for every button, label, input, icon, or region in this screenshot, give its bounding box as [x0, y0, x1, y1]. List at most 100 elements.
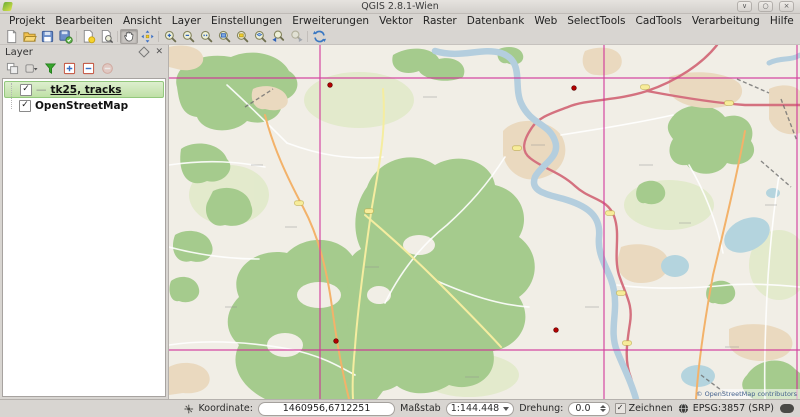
menu-ansicht[interactable]: Ansicht [118, 15, 167, 27]
pan-map-button[interactable] [120, 29, 138, 44]
zoom-to-selection-icon [235, 29, 250, 44]
new-project-icon [4, 29, 19, 44]
status-bar: Koordinate: Maßstab 1:144.448 Drehung: 0… [0, 399, 800, 417]
coordinate-label: Koordinate: [199, 403, 253, 414]
zoom-to-layer-icon [253, 29, 268, 44]
zoom-in-icon [163, 29, 178, 44]
layer-item-openstreetmap[interactable]: ✓ OpenStreetMap [4, 98, 164, 113]
title-bar: QGIS 2.8.1-Wien ∨ ○ × [0, 0, 800, 14]
minimize-icon[interactable]: ∨ [737, 1, 752, 12]
render-checkbox[interactable]: ✓ Zeichnen [615, 403, 673, 414]
layer-tree[interactable]: ✓ — tk25, tracks ✓ OpenStreetMap [2, 78, 166, 397]
collapse-all-button[interactable] [81, 61, 96, 76]
remove-layer-button[interactable] [100, 61, 115, 76]
remove-layer-icon [101, 62, 114, 75]
crs-status[interactable]: EPSG:3857 (SRP) [693, 403, 774, 414]
zoom-actual-size-button[interactable] [197, 29, 215, 44]
menu-raster[interactable]: Raster [418, 15, 462, 27]
menu-bearbeiten[interactable]: Bearbeiten [50, 15, 118, 27]
refresh-map-button[interactable] [310, 29, 328, 44]
rotation-label: Drehung: [519, 403, 563, 414]
save-project-button[interactable] [38, 29, 56, 44]
rotation-value: 0.0 [575, 403, 599, 414]
save-project-icon [40, 29, 55, 44]
dock-float-icon[interactable] [139, 46, 150, 57]
menu-selecttools[interactable]: SelectTools [562, 15, 630, 27]
zoom-next-icon [289, 29, 304, 44]
menu-vektor[interactable]: Vektor [374, 15, 418, 27]
maximize-icon[interactable]: ○ [758, 1, 773, 12]
open-project-button[interactable] [20, 29, 38, 44]
zoom-to-selection-button[interactable] [233, 29, 251, 44]
window-title: QGIS 2.8.1-Wien [361, 1, 439, 12]
visibility-presets-button[interactable] [24, 61, 39, 76]
layer-checkbox[interactable]: ✓ [20, 84, 32, 96]
open-project-icon [22, 29, 37, 44]
pan-to-selection-icon [140, 29, 155, 44]
spin-down-icon[interactable] [600, 409, 606, 412]
zoom-to-layer-button[interactable] [251, 29, 269, 44]
close-icon[interactable]: × [779, 1, 794, 12]
globe-icon [678, 403, 689, 414]
menu-einstellungen[interactable]: Einstellungen [206, 15, 287, 27]
menu-web[interactable]: Web [529, 15, 562, 27]
zoom-out-button[interactable] [179, 29, 197, 44]
layer-panel-title: Layer [5, 47, 33, 58]
line-symbol: — [36, 84, 47, 96]
spin-up-icon[interactable] [600, 405, 606, 408]
menu-cadtools[interactable]: CadTools [631, 15, 687, 27]
rotation-spinbox[interactable]: 0.0 [568, 402, 609, 416]
zoom-full-extent-icon [217, 29, 232, 44]
menu-layer[interactable]: Layer [167, 15, 206, 27]
collapse-all-icon [82, 62, 95, 75]
layer-name: tk25, tracks [51, 84, 122, 96]
zoom-in-button[interactable] [161, 29, 179, 44]
tree-guide-line [11, 83, 12, 109]
qgis-app-icon [2, 2, 13, 11]
new-composer-icon [81, 29, 96, 44]
pan-icon [122, 29, 137, 44]
message-log-icon[interactable] [780, 404, 794, 413]
coordinate-input[interactable] [258, 402, 395, 416]
menu-bar: Projekt Bearbeiten Ansicht Layer Einstel… [0, 14, 800, 28]
filter-legend-button[interactable] [43, 61, 58, 76]
composer-manager-button[interactable] [97, 29, 115, 44]
scale-label: Maßstab [400, 403, 441, 414]
layer-item-tk25-tracks[interactable]: ✓ — tk25, tracks [4, 81, 164, 98]
layer-panel: Layer ✕ ✓ — tk25, tracks ✓ OpenStreetMap [0, 45, 169, 399]
pan-to-selection-button[interactable] [138, 29, 156, 44]
zoom-last-icon [271, 29, 286, 44]
zoom-actual-size-icon [199, 29, 214, 44]
expand-all-button[interactable] [62, 61, 77, 76]
layer-name: OpenStreetMap [35, 100, 128, 112]
render-label: Zeichnen [629, 403, 673, 414]
filter-legend-icon [44, 62, 57, 75]
composer-manager-icon [99, 29, 114, 44]
menu-erweiterungen[interactable]: Erweiterungen [287, 15, 374, 27]
menu-datenbank[interactable]: Datenbank [462, 15, 530, 27]
chevron-down-icon [503, 407, 509, 411]
expand-all-icon [63, 62, 76, 75]
visibility-presets-icon [25, 62, 38, 75]
zoom-next-button[interactable] [287, 29, 305, 44]
dock-close-icon[interactable]: ✕ [155, 48, 163, 57]
osm-attribution: © OpenStreetMap contributors [696, 390, 798, 398]
checkbox-check-icon: ✓ [615, 403, 626, 414]
save-project-as-button[interactable] [56, 29, 74, 44]
zoom-last-button[interactable] [269, 29, 287, 44]
refresh-icon [312, 29, 327, 44]
layer-checkbox[interactable]: ✓ [19, 100, 31, 112]
scale-combo[interactable]: 1:144.448 [446, 402, 515, 416]
menu-projekt[interactable]: Projekt [4, 15, 50, 27]
zoom-out-icon [181, 29, 196, 44]
zoom-full-extent-button[interactable] [215, 29, 233, 44]
add-group-button[interactable] [5, 61, 20, 76]
scale-value: 1:144.448 [451, 403, 500, 414]
save-project-as-icon [58, 29, 73, 44]
new-composer-button[interactable] [79, 29, 97, 44]
add-group-icon [6, 62, 19, 75]
menu-hilfe[interactable]: Hilfe [765, 15, 799, 27]
menu-verarbeitung[interactable]: Verarbeitung [687, 15, 765, 27]
new-project-button[interactable] [2, 29, 20, 44]
map-canvas[interactable]: © OpenStreetMap contributors [169, 45, 800, 399]
